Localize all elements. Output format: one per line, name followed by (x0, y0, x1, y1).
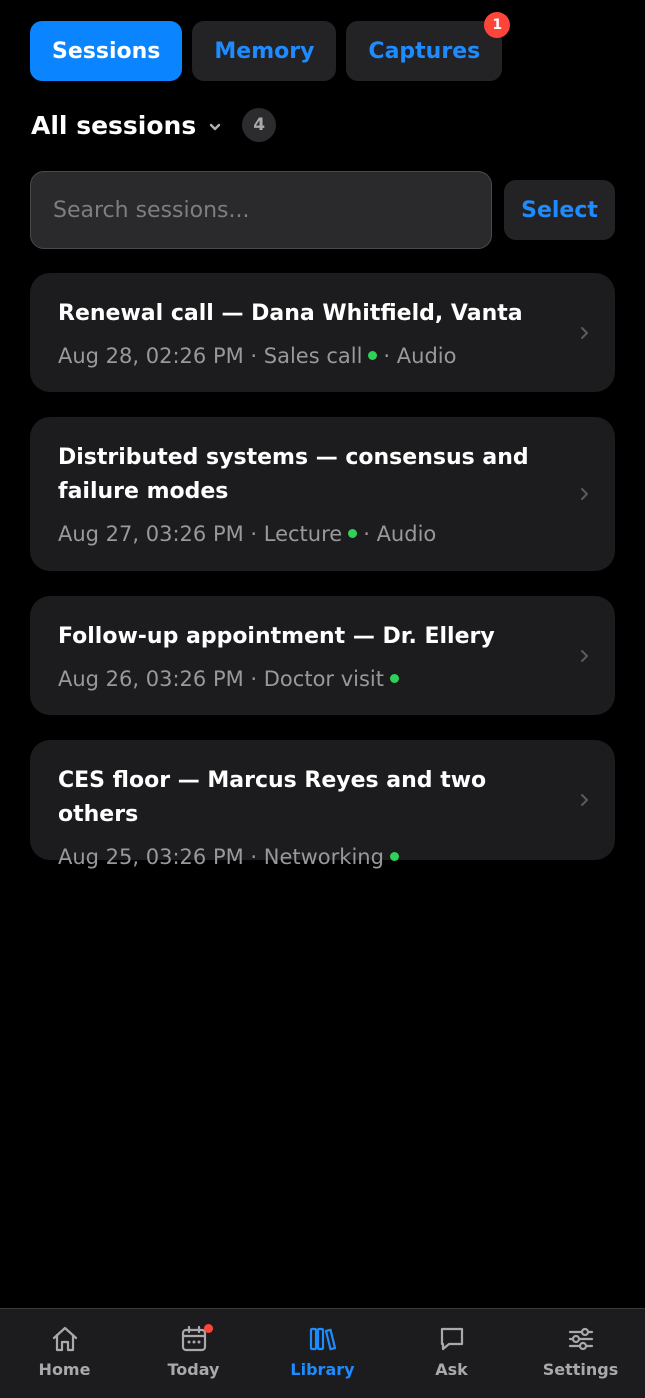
status-dot (368, 351, 378, 360)
segment-tabs: Sessions Memory Captures 1 (30, 12, 511, 81)
tabbar-settings[interactable]: Settings (516, 1309, 645, 1398)
status-dot (390, 674, 399, 683)
chevron-right-icon (581, 488, 588, 500)
sliders-icon (568, 1327, 593, 1351)
session-date: Aug 27, 03:26 PM (58, 522, 244, 546)
library-icon (309, 1327, 336, 1351)
tab-captures[interactable]: Captures 1 (346, 12, 511, 81)
session-title: Renewal call — Dana Whitfield, Vanta (58, 301, 523, 326)
captures-badge: 1 (484, 12, 511, 38)
tabbar-today[interactable]: Today (129, 1309, 258, 1398)
session-meta: Aug 25, 03:26 PM · Networking (58, 842, 555, 872)
chevron-down-icon (210, 123, 221, 131)
session-type: Sales call (263, 344, 363, 368)
tab-sessions[interactable]: Sessions (30, 21, 183, 81)
session-card[interactable]: Follow-up appointment — Dr. Ellery Aug 2… (30, 596, 615, 715)
session-meta: Aug 27, 03:26 PM · Lecture · Audio (58, 522, 437, 546)
session-title: Follow-up appointment — Dr. Ellery (58, 624, 495, 649)
select-button[interactable]: Select (504, 180, 615, 240)
chat-icon (440, 1327, 463, 1351)
chevron-right-icon (581, 326, 588, 339)
chevron-right-icon (581, 649, 588, 662)
session-card[interactable]: Renewal call — Dana Whitfield, Vanta Aug… (30, 273, 615, 392)
tabbar-home-label: Home (38, 1360, 91, 1379)
session-date: Aug 28, 02:26 PM (58, 344, 244, 368)
bottom-tab-bar: Home Today Library Ask Settings (0, 1308, 645, 1398)
tabbar-today-label: Today (167, 1360, 220, 1379)
tabbar-ask[interactable]: Ask (387, 1309, 516, 1398)
session-date: Aug 26, 03:26 PM (58, 667, 244, 691)
tab-memory[interactable]: Memory (192, 21, 337, 81)
home-icon (52, 1326, 77, 1352)
session-card[interactable]: Distributed systems — consensus and fail… (30, 417, 615, 571)
tabbar-settings-label: Settings (542, 1360, 619, 1379)
session-title: Distributed systems — consensus and fail… (58, 445, 529, 504)
today-notification-dot (203, 1324, 213, 1333)
session-type: Lecture (263, 522, 343, 546)
session-card[interactable]: CES floor — Marcus Reyes and two others … (30, 740, 615, 869)
session-title: CES floor — Marcus Reyes and two others (58, 768, 487, 827)
search-input[interactable] (30, 171, 492, 249)
session-source: Audio (376, 522, 437, 546)
tabbar-library[interactable]: Library (258, 1309, 387, 1398)
session-count-badge: 4 (242, 108, 277, 142)
session-source: Audio (396, 344, 457, 368)
session-filter[interactable]: All sessions 4 (31, 108, 277, 142)
tabbar-home[interactable]: Home (0, 1309, 129, 1398)
session-type: Doctor visit (263, 667, 384, 691)
session-meta: Aug 28, 02:26 PM · Sales call · Audio (58, 344, 457, 368)
tab-captures-label: Captures (368, 38, 481, 64)
status-dot (389, 852, 399, 861)
session-date: Aug 25, 03:26 PM (58, 845, 244, 869)
tab-memory-label: Memory (214, 38, 315, 64)
status-dot (348, 529, 358, 538)
tabbar-library-label: Library (290, 1360, 355, 1379)
session-meta: Aug 26, 03:26 PM · Doctor visit (58, 664, 555, 694)
chevron-right-icon (581, 794, 588, 806)
session-type: Networking (263, 845, 384, 869)
tab-sessions-label: Sessions (52, 38, 161, 64)
filter-title: All sessions (31, 110, 197, 140)
tabbar-ask-label: Ask (435, 1360, 468, 1379)
